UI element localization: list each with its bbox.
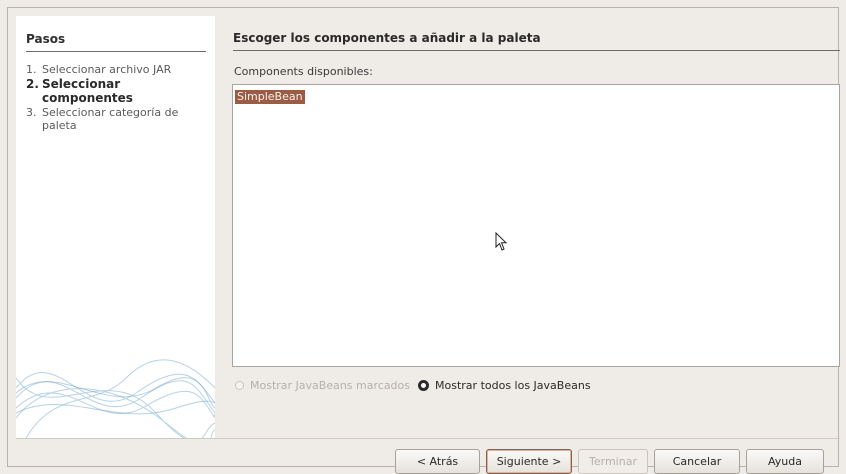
- step-label: Seleccionar componentes: [42, 77, 133, 105]
- list-item-simplebean[interactable]: SimpleBean: [235, 90, 305, 104]
- steps-list: 1. Seleccionar archivo JAR 2. Selecciona…: [26, 63, 212, 133]
- next-button[interactable]: Siguiente >: [486, 449, 572, 474]
- step-label: Seleccionar categoría de paleta: [42, 106, 179, 132]
- step-2-current: 2. Seleccionar componentes: [26, 77, 212, 105]
- radio-checked-icon: [418, 380, 430, 391]
- step-label: Seleccionar archivo JAR: [42, 63, 172, 76]
- wizard-dialog: Pasos 1. Seleccionar archivo JAR 2. Sele…: [7, 7, 840, 474]
- step-number: 1.: [26, 63, 37, 76]
- step-number: 3.: [26, 106, 37, 119]
- components-list-label: Components disponibles:: [234, 65, 373, 78]
- button-bar-divider: [16, 438, 840, 439]
- back-button[interactable]: < Atrás: [395, 449, 480, 474]
- radio-show-all[interactable]: Mostrar todos los JavaBeans: [418, 379, 591, 392]
- finish-button[interactable]: Terminar: [578, 449, 648, 474]
- page-title: Escoger los componentes a añadir a la pa…: [233, 31, 541, 45]
- button-bar: < Atrás Siguiente > Terminar Cancelar Ay…: [395, 449, 824, 474]
- title-divider: [233, 50, 840, 51]
- decorative-waves-image: [16, 359, 215, 438]
- step-1: 1. Seleccionar archivo JAR: [26, 63, 212, 76]
- radio-show-marked[interactable]: Mostrar JavaBeans marcados: [235, 379, 410, 392]
- cancel-button[interactable]: Cancelar: [654, 449, 740, 474]
- step-3: 3. Seleccionar categoría de paleta: [26, 106, 212, 132]
- help-button[interactable]: Ayuda: [746, 449, 824, 474]
- steps-panel: Pasos 1. Seleccionar archivo JAR 2. Sele…: [16, 16, 215, 438]
- step-number: 2.: [26, 77, 39, 91]
- filter-radio-group: Mostrar JavaBeans marcados Mostrar todos…: [235, 379, 599, 392]
- radio-label: Mostrar todos los JavaBeans: [435, 379, 591, 392]
- mouse-pointer-icon: [495, 232, 508, 251]
- steps-divider: [26, 51, 206, 52]
- radio-unchecked-icon: [235, 381, 244, 390]
- components-listbox[interactable]: SimpleBean: [232, 84, 840, 367]
- radio-label: Mostrar JavaBeans marcados: [250, 379, 411, 392]
- steps-title: Pasos: [26, 32, 66, 46]
